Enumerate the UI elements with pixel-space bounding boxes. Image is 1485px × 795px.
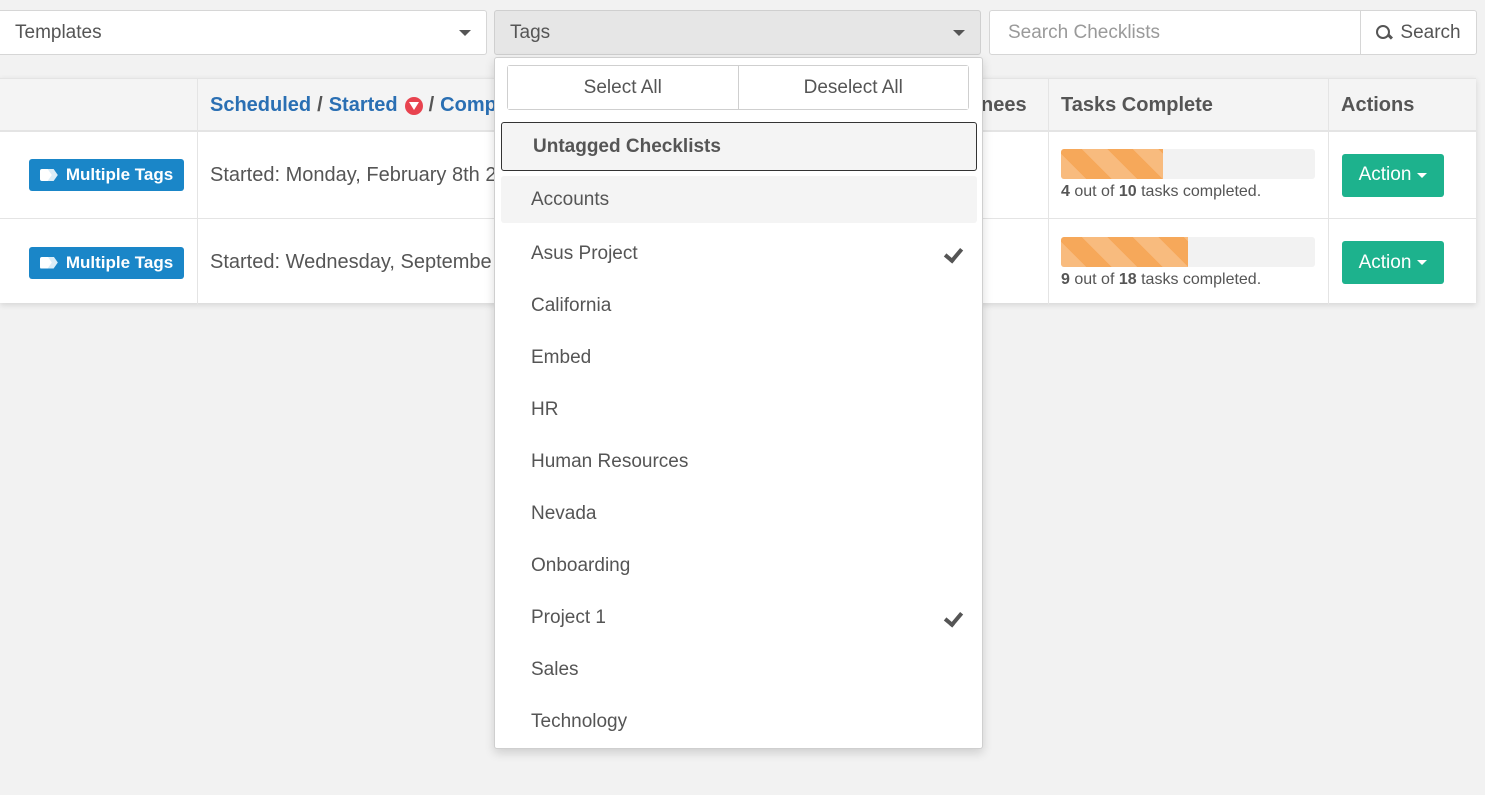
multiple-tags-badge[interactable]: Multiple Tags bbox=[29, 246, 184, 279]
search-checklists-input[interactable] bbox=[989, 10, 1361, 55]
checkmark-icon bbox=[941, 246, 961, 262]
date-cell: Started: Monday, February 8th 2 bbox=[197, 132, 497, 218]
sort-descending-icon[interactable] bbox=[404, 96, 423, 115]
untagged-checklists-option[interactable]: Untagged Checklists bbox=[501, 122, 977, 171]
tag-option-human-resources[interactable]: Human Resources bbox=[501, 436, 977, 488]
search-button-label: Search bbox=[1400, 21, 1461, 43]
tag-option-accounts[interactable]: Accounts bbox=[501, 176, 977, 223]
sort-completed-link[interactable]: Comp bbox=[440, 94, 497, 117]
search-icon bbox=[1376, 24, 1392, 41]
progress-bar bbox=[1061, 149, 1315, 179]
started-date: Started: Monday, February 8th 2 bbox=[210, 163, 497, 186]
tag-option-label: Onboarding bbox=[531, 555, 631, 576]
th-date: Scheduled / Started / Comp bbox=[197, 79, 497, 132]
chevron-down-icon bbox=[459, 29, 471, 36]
progress-text: 4 out of 10 tasks completed. bbox=[1061, 183, 1262, 200]
tags-select[interactable]: Tags bbox=[494, 10, 981, 55]
chevron-down-icon bbox=[953, 29, 965, 36]
tag-cell: Multiple Tags bbox=[0, 219, 197, 306]
action-dropdown-button[interactable]: Action bbox=[1342, 241, 1444, 284]
tag-option-label: Project 1 bbox=[531, 607, 606, 628]
caret-down-icon bbox=[1417, 260, 1428, 265]
tag-option-label: Sales bbox=[531, 659, 579, 680]
tag-option-label: Nevada bbox=[531, 503, 597, 524]
action-dropdown-button[interactable]: Action bbox=[1342, 153, 1444, 197]
caret-down-icon bbox=[1417, 172, 1428, 178]
tag-option-label: Asus Project bbox=[531, 243, 638, 264]
tag-option-embed[interactable]: Embed bbox=[501, 332, 977, 384]
deselect-all-button[interactable]: Deselect All bbox=[737, 66, 968, 109]
tasks-cell: 9 out of 18 tasks completed. bbox=[1048, 219, 1328, 306]
tag-option-label: Embed bbox=[531, 347, 592, 368]
select-toggle-group: Select All Deselect All bbox=[507, 65, 969, 110]
tag-option-hr[interactable]: HR bbox=[501, 384, 977, 436]
sort-scheduled-link[interactable]: Scheduled bbox=[210, 94, 311, 117]
tag-option-project-1[interactable]: Project 1 bbox=[501, 592, 977, 644]
progress-fill bbox=[1061, 236, 1188, 267]
multiple-tags-badge[interactable]: Multiple Tags bbox=[29, 159, 184, 191]
tag-option-label: HR bbox=[531, 399, 559, 420]
tags-select-label: Tags bbox=[510, 21, 551, 43]
tag-option-label: California bbox=[531, 295, 612, 316]
tag-option-technology[interactable]: Technology bbox=[501, 696, 977, 748]
templates-select-label: Templates bbox=[15, 21, 102, 43]
templates-select[interactable]: Templates bbox=[0, 10, 487, 55]
select-all-button[interactable]: Select All bbox=[508, 66, 738, 109]
tag-option-label: Human Resources bbox=[531, 451, 689, 472]
search-button[interactable]: Search bbox=[1360, 10, 1477, 55]
tags-icon bbox=[40, 256, 58, 270]
th-tasks-complete: Tasks Complete bbox=[1048, 79, 1328, 132]
checkmark-icon bbox=[941, 610, 961, 626]
tag-option-label: Accounts bbox=[531, 188, 610, 210]
progress-bar bbox=[1061, 236, 1315, 267]
tag-option-sales[interactable]: Sales bbox=[501, 644, 977, 696]
tag-option-label: Technology bbox=[531, 711, 628, 732]
tag-option-onboarding[interactable]: Onboarding bbox=[501, 540, 977, 592]
tag-options-list: Accounts Asus Project California Embed HR Hum… bbox=[501, 176, 977, 748]
actions-cell: Action bbox=[1328, 219, 1476, 306]
progress-fill bbox=[1061, 149, 1163, 179]
tags-dropdown-menu: Select All Deselect All Untagged Checkli… bbox=[494, 57, 983, 749]
tasks-cell: 4 out of 10 tasks completed. bbox=[1048, 132, 1328, 218]
tag-option-california[interactable]: California bbox=[501, 280, 977, 332]
th-assignees: nees bbox=[981, 94, 1027, 116]
date-cell: Started: Wednesday, Septembe bbox=[197, 219, 497, 306]
progress-text: 9 out of 18 tasks completed. bbox=[1061, 270, 1262, 288]
th-actions: Actions bbox=[1328, 79, 1476, 132]
actions-cell: Action bbox=[1328, 132, 1476, 218]
started-date: Started: Wednesday, Septembe bbox=[210, 251, 492, 273]
th-tags bbox=[0, 79, 197, 132]
tag-cell: Multiple Tags bbox=[0, 132, 197, 218]
sort-started-link[interactable]: Started bbox=[329, 94, 398, 117]
tag-option-nevada[interactable]: Nevada bbox=[501, 488, 977, 540]
tags-icon bbox=[40, 168, 58, 182]
tag-option-asus-project[interactable]: Asus Project bbox=[501, 228, 977, 280]
